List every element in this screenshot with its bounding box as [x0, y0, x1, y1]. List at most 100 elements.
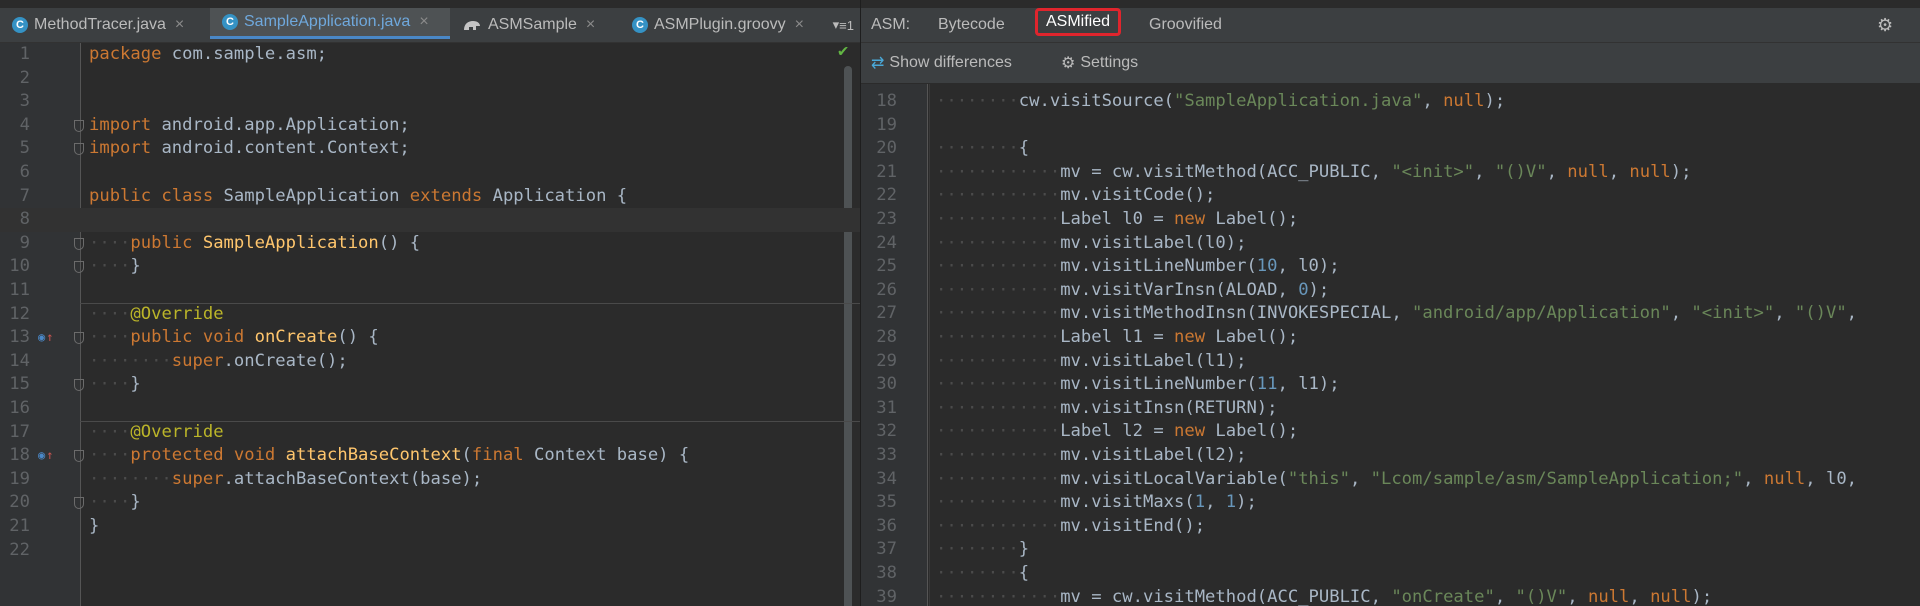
tabs-overflow-count: ≡1 [839, 17, 854, 33]
inspection-ok-icon: ✔ [838, 41, 849, 61]
code-line: 4 import android.app.Application; [0, 114, 860, 138]
line-number: 20 [876, 138, 897, 159]
tabs-overflow-button[interactable]: ▾ ≡1 [833, 8, 854, 42]
line-number: 28 [876, 327, 897, 347]
line-number: 26 [876, 279, 897, 300]
editor-tab[interactable]: C ASMPlugin.groovy × [620, 8, 810, 42]
code-text: ····public void onCreate() { [89, 327, 379, 348]
code-line: 34 ············mv.visitLocalVariable("thi… [861, 468, 1920, 492]
line-number: 4 [19, 114, 30, 135]
fold-marker-icon[interactable] [74, 450, 84, 463]
code-text: ············mv.visitMaxs(1, 1); [936, 492, 1257, 513]
line-number: 27 [876, 303, 897, 324]
tab-groovified[interactable]: Groovified [1149, 8, 1222, 42]
code-line: 20 ····} [0, 491, 860, 515]
code-line: 18 ····protected void attachBaseContext(f… [0, 444, 860, 468]
close-icon[interactable]: × [419, 13, 428, 31]
line-number: 7 [19, 185, 30, 206]
code-line: 15 ····} [0, 373, 860, 397]
editor-tab-label: ASMSample [488, 16, 577, 33]
line-number: 3 [19, 91, 30, 112]
line-number: 33 [876, 445, 897, 465]
code-line: 14 ········super.onCreate(); [0, 350, 860, 374]
line-number: 29 [876, 350, 897, 371]
code-text: ············Label l0 = new Label(); [936, 209, 1299, 229]
line-number: 16 [9, 398, 30, 418]
code-line: 11 [0, 279, 860, 303]
code-text: ········{ [936, 563, 1030, 583]
code-line: 16 [0, 397, 860, 421]
source-code-editor[interactable]: 1 package com.sample.asm; 2 3 4 import androi… [0, 43, 860, 606]
code-line: 8 [0, 208, 860, 232]
override-method-icon[interactable]: ◉↑ [38, 330, 53, 344]
code-text: ············mv.visitInsn(RETURN); [936, 397, 1278, 418]
code-line: 20 ········{ [861, 137, 1920, 161]
diff-icon: ⇄ [871, 55, 885, 72]
close-icon[interactable]: × [586, 16, 595, 34]
editor-tab-label: SampleApplication.java [244, 13, 411, 30]
tab-bytecode[interactable]: Bytecode [938, 8, 1005, 42]
show-differences-button[interactable]: ⇄ Show differences [871, 43, 1012, 83]
editor-tab-label: MethodTracer.java [34, 16, 166, 33]
gradle-icon [464, 21, 480, 30]
line-number: 17 [9, 421, 30, 442]
asm-plugin-pane: ASM: Bytecode ASMified Groovified ⚙ ⇄ Sho… [861, 0, 1920, 606]
line-number: 30 [876, 374, 897, 395]
line-number: 38 [876, 563, 897, 583]
code-line: 21} [0, 515, 860, 539]
line-number: 21 [876, 161, 897, 182]
line-number: 13 [9, 327, 30, 348]
code-text: ············mv.visitLineNumber(10, l0); [936, 256, 1340, 277]
code-text: ············mv = cw.visitMethod(ACC_PUBL… [936, 161, 1692, 182]
code-line: 30 ············mv.visitLineNumber(11, l1)… [861, 373, 1920, 397]
code-text: ····@Override [89, 421, 224, 442]
line-number: 35 [876, 492, 897, 513]
line-number: 1 [19, 44, 30, 64]
code-line: 18 ········cw.visitSource("SampleApplicat… [861, 90, 1920, 114]
editor-tab[interactable]: C SampleApplication.java × [210, 8, 450, 39]
close-icon[interactable]: × [795, 16, 804, 34]
editor-tab[interactable]: ASMSample × [450, 8, 620, 42]
code-text: ····} [89, 256, 141, 277]
fold-marker-icon[interactable] [74, 119, 84, 132]
code-line: 6 [0, 161, 860, 185]
editor-tab[interactable]: C MethodTracer.java × [0, 8, 210, 42]
line-number: 32 [876, 421, 897, 442]
code-text: ····} [89, 492, 141, 513]
show-differences-label: Show differences [889, 54, 1012, 71]
code-line: 2 [0, 67, 860, 91]
editor-tab-bar: ▾ ≡1 C MethodTracer.java × C SampleApplicatio… [0, 8, 860, 43]
code-line: 17 ····@Override [0, 421, 860, 445]
code-text: ········super.attachBaseContext(base); [89, 468, 483, 489]
line-number: 25 [876, 256, 897, 277]
code-text: ····protected void attachBaseContext(fin… [89, 445, 690, 466]
fold-marker-icon[interactable] [74, 332, 84, 345]
line-number: 10 [9, 256, 30, 277]
code-line: 21 ············mv = cw.visitMethod(ACC_PU… [861, 161, 1920, 185]
code-text: ····public SampleApplication() { [89, 232, 421, 253]
code-line: 1 package com.sample.asm; [0, 43, 860, 67]
line-number: 12 [9, 303, 30, 324]
line-number: 9 [19, 232, 30, 253]
code-text: ············mv.visitLocalVariable("this"… [936, 468, 1858, 489]
code-text: ············mv.visitEnd(); [936, 515, 1206, 536]
close-icon[interactable]: × [175, 16, 184, 34]
code-line: 10 ····} [0, 255, 860, 279]
tab-asmified[interactable]: ASMified [1035, 8, 1122, 36]
gear-icon[interactable]: ⚙ [1877, 8, 1893, 42]
method-separator [80, 420, 860, 422]
code-line: 36 ············mv.visitEnd(); [861, 515, 1920, 539]
code-text: ············Label l2 = new Label(); [936, 421, 1299, 442]
settings-gear-icon: ⚙ [1061, 55, 1076, 72]
settings-button[interactable]: ⚙ Settings [1061, 43, 1138, 83]
code-line: 28 ············Label l1 = new Label(); [861, 326, 1920, 350]
code-line: 31 ············mv.visitInsn(RETURN); [861, 397, 1920, 421]
code-line: 24 ············mv.visitLabel(l0); [861, 232, 1920, 256]
line-number: 37 [876, 539, 897, 560]
asmified-code-view[interactable]: 18 ········cw.visitSource("SampleApplicat… [861, 84, 1920, 606]
asm-view-tabs: ASM: Bytecode ASMified Groovified ⚙ [861, 8, 1920, 43]
fold-marker-icon[interactable] [74, 237, 84, 250]
line-number: 34 [876, 468, 897, 489]
override-method-icon[interactable]: ◉↑ [38, 448, 53, 462]
line-number: 14 [9, 350, 30, 371]
